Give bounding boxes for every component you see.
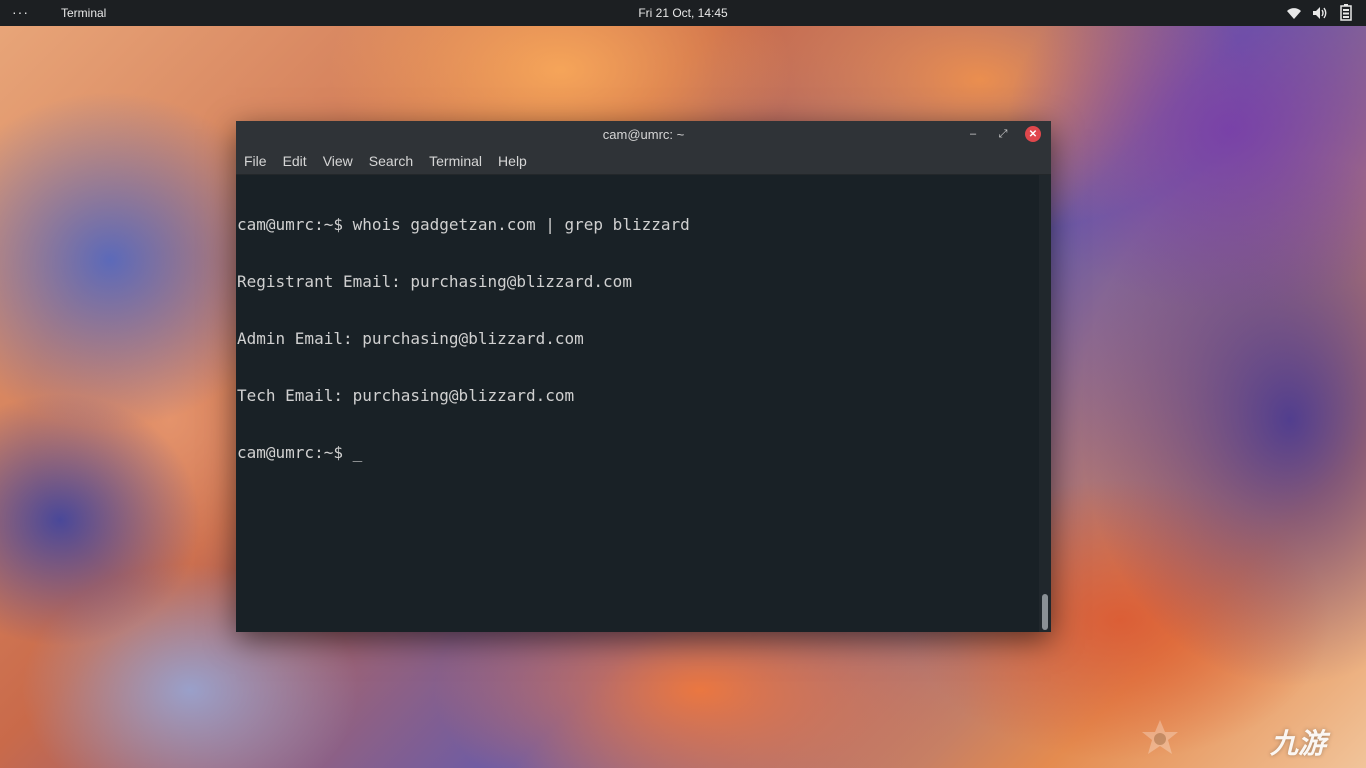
window-titlebar[interactable]: cam@umrc: ~ – ⤢ ✕ [236, 121, 1051, 148]
watermark-logo: 九游 [1270, 727, 1327, 760]
watermark-emblem-icon [1138, 718, 1182, 762]
scrollbar[interactable] [1039, 175, 1051, 632]
volume-icon[interactable] [1312, 6, 1330, 20]
menu-help[interactable]: Help [498, 153, 527, 169]
terminal-line: cam@umrc:~$ whois gadgetzan.com | grep b… [237, 215, 690, 234]
clock[interactable]: Fri 21 Oct, 14:45 [638, 6, 727, 20]
minimize-button[interactable]: – [965, 126, 981, 142]
scrollbar-thumb[interactable] [1042, 594, 1048, 630]
menu-bar: File Edit View Search Terminal Help [236, 148, 1051, 175]
clock-container: Fri 21 Oct, 14:45 [0, 6, 1366, 20]
terminal-content[interactable]: cam@umrc:~$ whois gadgetzan.com | grep b… [236, 175, 1051, 632]
menu-view[interactable]: View [323, 153, 353, 169]
top-panel: ··· Terminal Fri 21 Oct, 14:45 [0, 0, 1366, 26]
menu-search[interactable]: Search [369, 153, 413, 169]
menu-edit[interactable]: Edit [283, 153, 307, 169]
maximize-button[interactable]: ⤢ [995, 126, 1011, 142]
terminal-window: cam@umrc: ~ – ⤢ ✕ File Edit View Search … [236, 121, 1051, 632]
battery-icon[interactable] [1340, 4, 1352, 21]
menu-file[interactable]: File [244, 153, 267, 169]
terminal-line: Tech Email: purchasing@blizzard.com [237, 386, 575, 405]
terminal-line: Admin Email: purchasing@blizzard.com [237, 329, 584, 348]
wifi-icon[interactable] [1286, 6, 1302, 20]
terminal-prompt[interactable]: cam@umrc:~$ _ [237, 443, 690, 462]
system-tray[interactable] [1286, 4, 1352, 21]
terminal-output[interactable]: cam@umrc:~$ whois gadgetzan.com | grep b… [237, 177, 690, 500]
menu-terminal[interactable]: Terminal [429, 153, 482, 169]
app-menu-button[interactable]: Terminal [61, 6, 106, 20]
activities-button[interactable]: ··· [12, 4, 29, 20]
window-title: cam@umrc: ~ [602, 127, 685, 142]
close-button[interactable]: ✕ [1025, 126, 1041, 142]
terminal-line: Registrant Email: purchasing@blizzard.co… [237, 272, 632, 291]
